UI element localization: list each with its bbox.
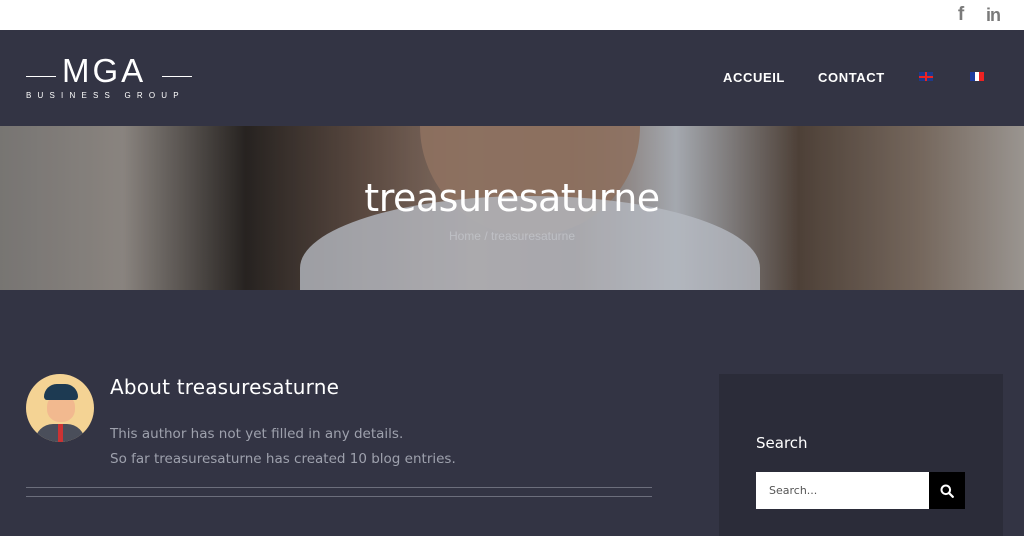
author-post-count: So far treasuresaturne has created 10 bl… (110, 451, 456, 467)
top-bar: f in (0, 0, 1024, 30)
facebook-icon[interactable]: f (953, 4, 969, 26)
site-header: MGA BUSINESS GROUP ACCUEIL CONTACT (0, 30, 1024, 126)
nav-accueil[interactable]: ACCUEIL (723, 70, 785, 85)
flag-fr-icon[interactable] (970, 72, 985, 81)
divider (26, 496, 652, 497)
search-icon (940, 484, 954, 498)
logo-line-right (162, 76, 192, 77)
logo-text: MGA (62, 52, 147, 89)
logo-subtitle: BUSINESS GROUP (26, 91, 185, 100)
search-input[interactable] (756, 472, 929, 509)
nav-contact[interactable]: CONTACT (818, 70, 885, 85)
divider (26, 487, 652, 488)
sidebar-widget (719, 374, 1003, 536)
search-button[interactable] (929, 472, 965, 509)
avatar-hair (44, 384, 78, 400)
page-title: treasuresaturne (364, 176, 660, 220)
page-title-bar: treasuresaturne Home / treasuresaturne (0, 126, 1024, 290)
logo-line-left (26, 76, 56, 77)
flag-en-icon[interactable] (919, 72, 933, 81)
author-title: About treasuresaturne (110, 375, 340, 399)
linkedin-icon[interactable]: in (982, 4, 1004, 26)
site-logo[interactable]: MGA BUSINESS GROUP (26, 54, 196, 102)
search-widget-title: Search (756, 434, 808, 452)
breadcrumb[interactable]: Home / treasuresaturne (0, 229, 1024, 243)
author-avatar (26, 374, 94, 442)
avatar-tie (58, 424, 63, 442)
author-description: This author has not yet filled in any de… (110, 426, 404, 442)
